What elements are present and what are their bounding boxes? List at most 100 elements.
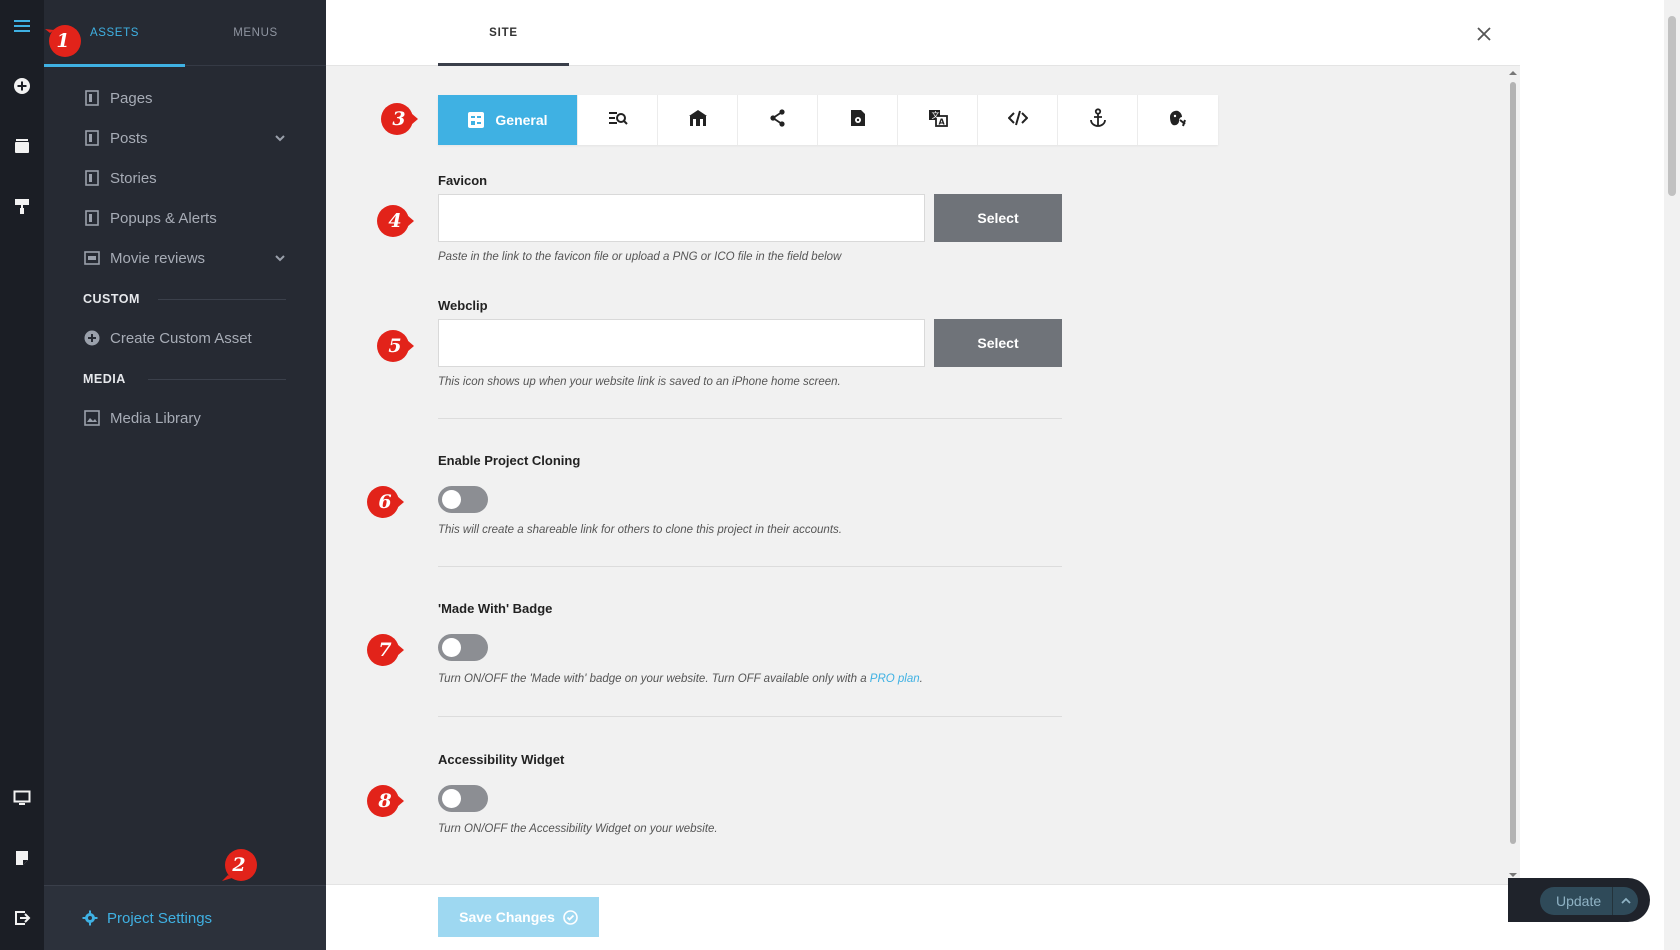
favicon-input[interactable]	[438, 194, 925, 242]
tab-translate[interactable]: 文A	[898, 95, 978, 145]
tab-share[interactable]	[738, 95, 818, 145]
toggle-knob	[442, 490, 461, 509]
toggle-knob	[442, 789, 461, 808]
project-settings-label: Project Settings	[107, 909, 213, 927]
image-icon	[83, 409, 101, 427]
favicon-help-text: Paste in the link to the favicon file or…	[438, 251, 842, 263]
paint-roller-icon[interactable]	[0, 186, 44, 226]
sidebar-item-label: Stories	[110, 169, 157, 187]
sidebar-item-label: Pages	[110, 89, 153, 107]
scroll-thumb[interactable]	[1510, 82, 1516, 844]
cookie-icon	[1168, 109, 1188, 132]
save-changes-button[interactable]: Save Changes	[438, 897, 599, 937]
toggle-knob	[442, 638, 461, 657]
store-icon	[688, 109, 708, 132]
menu-icon[interactable]	[0, 6, 44, 46]
page-scrollbar[interactable]	[1664, 0, 1680, 950]
sidebar-item-movie-reviews[interactable]: Movie reviews	[44, 238, 326, 278]
tab-seo[interactable]	[578, 95, 658, 145]
chevron-down-icon[interactable]	[274, 251, 286, 268]
badge-toggle[interactable]	[438, 634, 488, 661]
page-icon	[83, 129, 101, 147]
section-label-custom: CUSTOM	[83, 292, 140, 306]
cloning-help-text: This will create a shareable link for ot…	[438, 524, 842, 536]
badge-help-prefix: Turn ON/OFF the 'Made with' badge on you…	[438, 673, 870, 685]
scroll-up-icon[interactable]	[1506, 68, 1520, 78]
create-custom-asset-button[interactable]: Create Custom Asset	[44, 318, 326, 358]
settings-tab-bar: General 文A	[438, 95, 1218, 145]
svg-text:A: A	[938, 117, 945, 126]
favicon-select-button[interactable]: Select	[934, 194, 1062, 242]
divider	[438, 716, 1062, 717]
sidebar-item-label: Media Library	[110, 409, 201, 427]
update-button[interactable]: Update	[1540, 887, 1638, 915]
sidebar-item-media-library[interactable]: Media Library	[44, 398, 326, 438]
project-settings-button[interactable]: Project Settings	[44, 885, 326, 950]
accessibility-toggle[interactable]	[438, 785, 488, 812]
app-root: ASSETS MENUS Pages Posts Stories Popups …	[0, 0, 1680, 950]
scroll-thumb[interactable]	[1668, 16, 1676, 196]
step-marker-label: 5	[388, 335, 402, 357]
tab-general[interactable]: General	[438, 95, 578, 145]
exit-icon[interactable]	[0, 898, 44, 938]
page-icon	[83, 209, 101, 227]
chevron-down-icon[interactable]	[274, 131, 286, 148]
share-icon	[769, 108, 787, 132]
step-marker-label: 1	[56, 30, 70, 52]
code-icon	[1007, 109, 1028, 132]
close-icon[interactable]	[1470, 20, 1498, 48]
sidebar-item-posts[interactable]: Posts	[44, 118, 326, 158]
step-marker-7: 7	[366, 631, 404, 669]
step-marker-2: 2	[220, 846, 258, 884]
sidebar-item-label: Movie reviews	[110, 249, 206, 267]
favicon-label: Favicon	[438, 173, 488, 188]
webclip-help-text: This icon shows up when your website lin…	[438, 376, 841, 388]
divider	[438, 566, 1062, 567]
badge-label: 'Made With' Badge	[438, 601, 553, 616]
section-label-media: MEDIA	[83, 372, 126, 386]
sidebar-item-stories[interactable]: Stories	[44, 158, 326, 198]
update-label: Update	[1556, 893, 1602, 909]
tab-menus[interactable]: MENUS	[185, 0, 326, 66]
tab-store[interactable]	[658, 95, 738, 145]
step-marker-1: 1	[44, 22, 82, 60]
tab-cookie[interactable]	[1138, 95, 1218, 145]
file-settings-icon	[850, 109, 866, 132]
webclip-input[interactable]	[438, 319, 925, 367]
pro-plan-link[interactable]: PRO plan	[870, 673, 920, 685]
step-marker-4: 4	[376, 202, 414, 240]
cloning-toggle[interactable]	[438, 486, 488, 513]
tab-site[interactable]: SITE	[438, 0, 569, 66]
divider	[158, 299, 286, 300]
webclip-select-button[interactable]: Select	[934, 319, 1062, 367]
panel-tabs: ASSETS MENUS	[44, 0, 326, 67]
step-marker-8: 8	[366, 782, 404, 820]
add-icon[interactable]	[0, 66, 44, 106]
divider	[438, 418, 1062, 419]
page-icon	[83, 89, 101, 107]
modal-scrollbar[interactable]	[1506, 66, 1520, 882]
step-marker-5: 5	[376, 327, 414, 365]
sidebar-item-label: Popups & Alerts	[110, 209, 217, 227]
step-marker-label: 6	[378, 491, 392, 513]
tab-anchor[interactable]	[1058, 95, 1138, 145]
modal-footer: Save Changes	[326, 884, 1520, 950]
note-icon[interactable]	[0, 838, 44, 878]
layers-icon[interactable]	[0, 126, 44, 166]
add-icon	[83, 329, 101, 347]
badge-help-text: Turn ON/OFF the 'Made with' badge on you…	[438, 673, 923, 685]
monitor-icon[interactable]	[0, 778, 44, 818]
icon-rail	[0, 0, 44, 950]
tab-file-settings[interactable]	[818, 95, 898, 145]
step-marker-label: 8	[378, 790, 392, 812]
sidebar-item-pages[interactable]: Pages	[44, 78, 326, 118]
tab-general-label: General	[495, 112, 548, 128]
chevron-up-icon[interactable]	[1612, 887, 1638, 915]
save-changes-label: Save Changes	[459, 909, 555, 925]
cloning-label: Enable Project Cloning	[438, 453, 581, 468]
page-icon	[83, 169, 101, 187]
sidebar-item-popups-alerts[interactable]: Popups & Alerts	[44, 198, 326, 238]
tab-code[interactable]	[978, 95, 1058, 145]
sidebar-item-label: Posts	[110, 129, 148, 147]
assets-panel: ASSETS MENUS Pages Posts Stories Popups …	[44, 0, 326, 950]
